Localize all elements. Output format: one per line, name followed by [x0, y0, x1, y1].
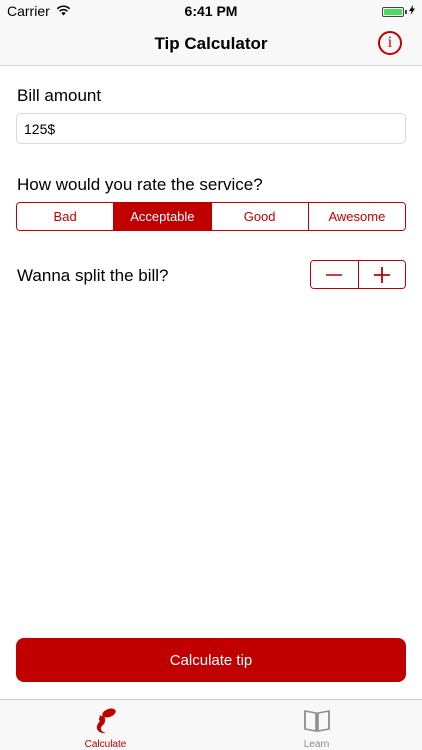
charging-bolt-icon	[409, 5, 415, 18]
tab-calculate[interactable]: Calculate	[0, 700, 211, 750]
tab-bar: Calculate Learn	[0, 699, 422, 750]
service-rating-label: How would you rate the service?	[17, 175, 263, 194]
tab-label-learn: Learn	[303, 739, 330, 750]
split-stepper	[310, 260, 406, 289]
rating-option-good[interactable]: Good	[211, 203, 309, 230]
page-title: Tip Calculator	[154, 34, 268, 53]
waiter-icon	[93, 707, 119, 735]
tab-label-calculate: Calculate	[84, 739, 127, 750]
decrement-button[interactable]	[311, 261, 359, 288]
rating-option-awesome[interactable]: Awesome	[308, 203, 405, 230]
battery-tip	[405, 9, 407, 14]
info-icon[interactable]: i	[378, 31, 402, 55]
navigation-bar: Tip Calculator i	[0, 22, 422, 66]
rating-option-bad[interactable]: Bad	[17, 203, 115, 230]
tip-calculator-screen: Carrier 6:41 PM Tip Calculator i Bill am…	[0, 0, 422, 750]
bill-amount-label: Bill amount	[17, 86, 102, 105]
book-icon	[303, 707, 331, 735]
minus-icon	[326, 273, 343, 276]
battery-icon	[382, 6, 404, 17]
split-bill-label: Wanna split the bill?	[17, 266, 169, 285]
plus-icon	[373, 266, 390, 283]
increment-button[interactable]	[358, 261, 405, 288]
tab-learn[interactable]: Learn	[211, 700, 422, 750]
bill-amount-input[interactable]	[16, 113, 406, 144]
status-bar: Carrier 6:41 PM	[0, 0, 422, 22]
rating-option-acceptable[interactable]: Acceptable	[114, 203, 212, 230]
status-time: 6:41 PM	[184, 3, 238, 19]
calculate-tip-button[interactable]: Calculate tip	[16, 638, 406, 682]
battery-fill	[384, 8, 402, 15]
status-right	[382, 5, 415, 18]
service-rating-segmented-control: Bad Acceptable Good Awesome	[16, 202, 406, 231]
